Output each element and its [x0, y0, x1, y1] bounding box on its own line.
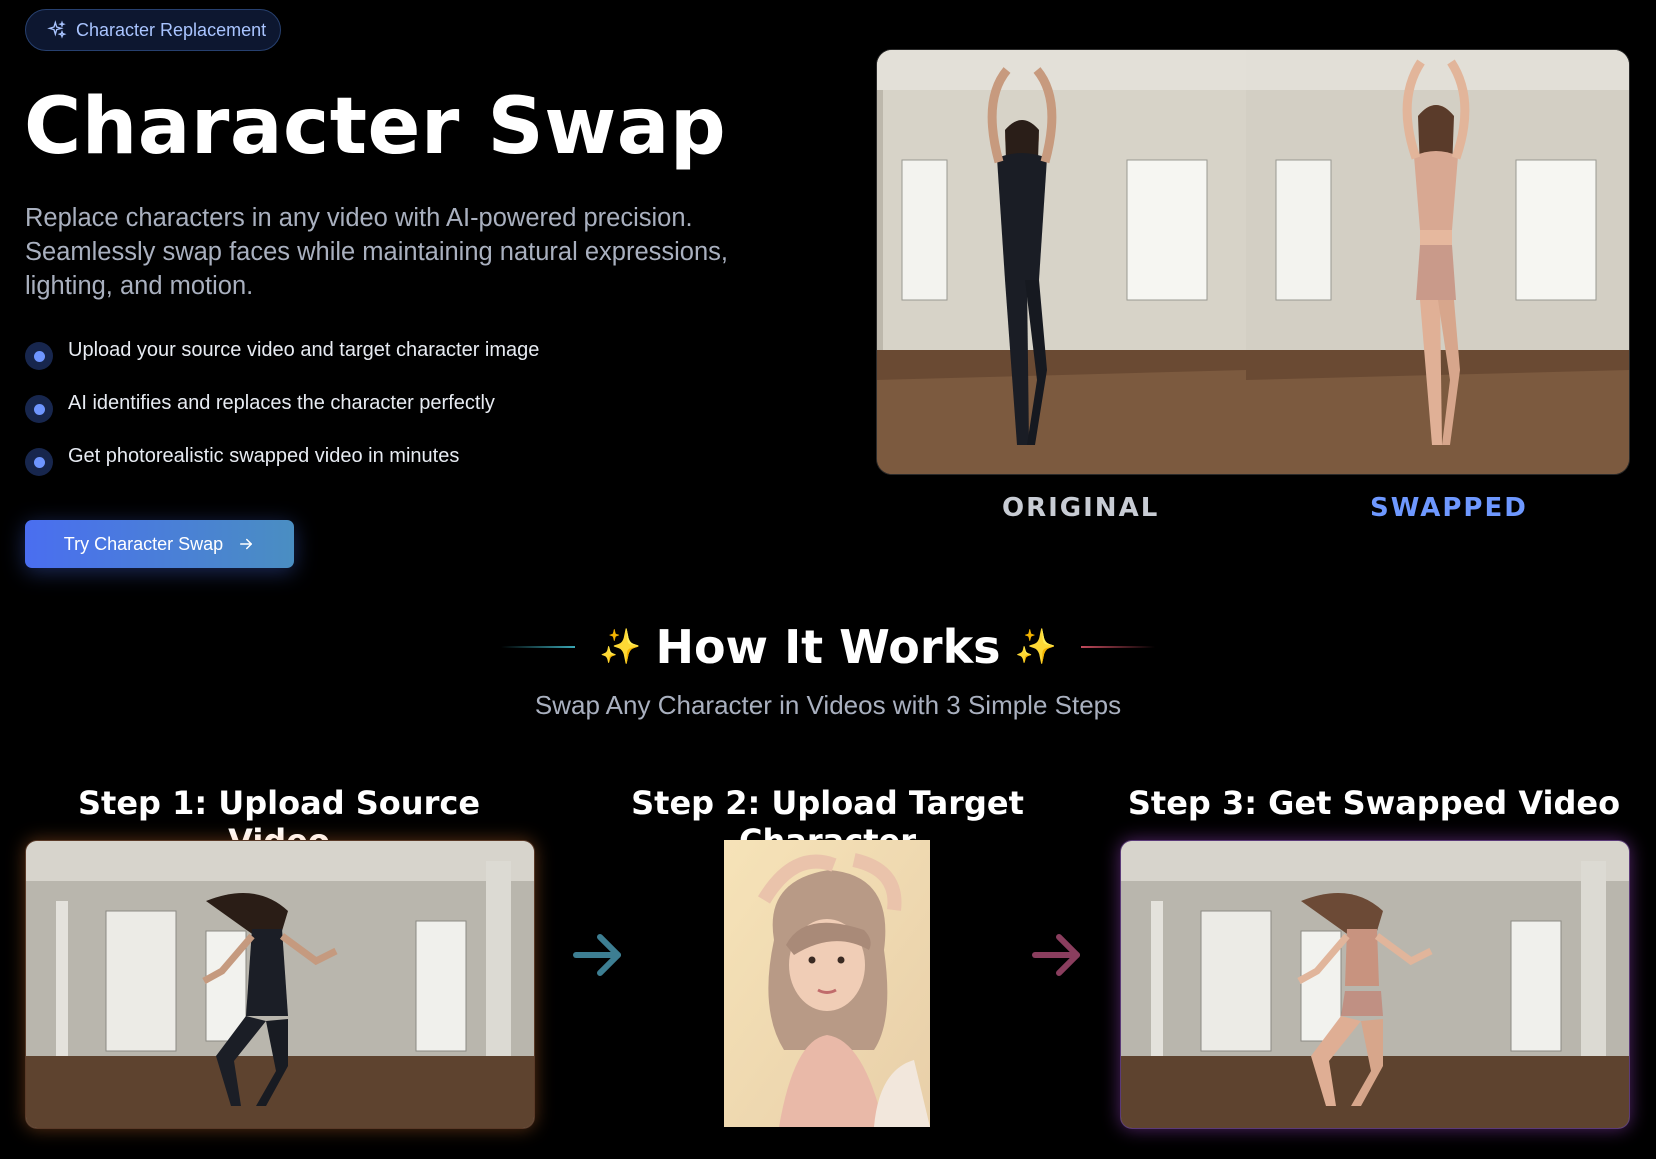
sparkle-icon	[47, 20, 67, 39]
cta-label: Try Character Swap	[63, 533, 224, 554]
feature-text: Get photorealistic swapped video in minu…	[68, 445, 460, 467]
category-badge: Character Replacement	[25, 9, 281, 51]
bullet-dot-icon	[25, 448, 53, 476]
bullet-dot-icon	[25, 395, 53, 423]
feature-item: Get photorealistic swapped video in minu…	[25, 445, 539, 499]
sparkle-icon: ✨	[599, 628, 642, 666]
arrow-right-icon	[573, 934, 621, 976]
source-video-thumbnail[interactable]	[25, 840, 535, 1129]
step-3-title: Step 3: Get Swapped Video	[1127, 784, 1621, 822]
feature-text: AI identifies and replaces the character…	[68, 392, 495, 414]
how-it-works-heading: ✨ How It Works ✨	[0, 620, 1656, 674]
arrow-right-icon	[240, 538, 253, 550]
hero-description: Replace characters in any video with AI-…	[25, 204, 729, 300]
divider-line	[1080, 646, 1155, 648]
section-subtitle: Swap Any Character in Videos with 3 Simp…	[534, 690, 1122, 720]
divider-line	[501, 646, 576, 648]
arrow-right-icon	[1032, 934, 1080, 976]
badge-label: Character Replacement	[76, 19, 267, 40]
original-video-preview[interactable]	[877, 50, 1246, 474]
target-character-image[interactable]	[724, 840, 930, 1127]
original-label: ORIGINAL	[1002, 493, 1160, 523]
swapped-video-thumbnail[interactable]	[1120, 840, 1630, 1129]
swapped-label: SWAPPED	[1370, 493, 1528, 523]
feature-text: Upload your source video and target char…	[68, 339, 540, 361]
feature-item: Upload your source video and target char…	[25, 339, 539, 393]
feature-item: AI identifies and replaces the character…	[25, 392, 539, 446]
comparison-panel	[876, 49, 1630, 475]
try-character-swap-button[interactable]: Try Character Swap	[25, 520, 294, 568]
sparkle-icon: ✨	[1014, 628, 1057, 666]
section-title: How It Works	[655, 620, 1001, 674]
feature-list: Upload your source video and target char…	[25, 339, 539, 499]
swapped-video-preview[interactable]	[1246, 50, 1629, 474]
page-title: Character Swap	[24, 82, 727, 172]
bullet-dot-icon	[25, 342, 53, 370]
